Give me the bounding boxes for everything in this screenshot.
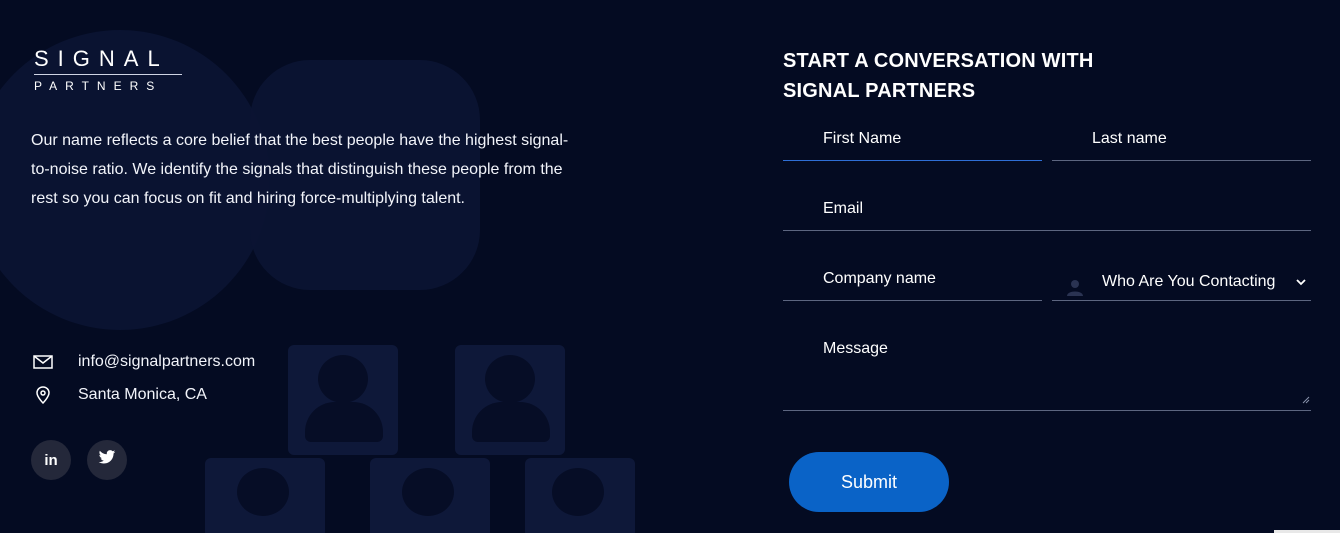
email-placeholder: Email <box>823 200 864 217</box>
user-icon <box>1066 278 1084 301</box>
mail-icon <box>32 353 54 371</box>
twitter-button[interactable] <box>87 440 127 480</box>
contact-location-row: Santa Monica, CA <box>32 386 207 404</box>
signal-partners-logo[interactable]: SIGNAL PARTNERS <box>34 48 184 93</box>
about-text: Our name reflects a core belief that the… <box>31 132 569 207</box>
twitter-icon <box>98 450 116 470</box>
map-pin-icon <box>32 386 54 404</box>
linkedin-button[interactable]: in <box>31 440 71 480</box>
linkedin-icon: in <box>44 451 58 469</box>
submit-button[interactable]: Submit <box>789 452 949 512</box>
form-title: START A CONVERSATION WITH SIGNAL PARTNER… <box>783 46 1143 106</box>
contact-location-text: Santa Monica, CA <box>78 386 207 403</box>
company-name-placeholder: Company name <box>823 270 936 287</box>
resize-handle-icon[interactable] <box>1302 391 1310 409</box>
company-name-field[interactable]: Company name <box>783 258 1042 301</box>
contacting-select-value: Who Are You Contacting <box>1102 273 1276 290</box>
message-field[interactable]: Message <box>783 328 1311 411</box>
first-name-field[interactable]: First Name <box>783 118 1042 161</box>
email-field[interactable]: Email <box>783 188 1311 231</box>
logo-wordmark-top: SIGNAL <box>34 46 169 71</box>
logo-divider <box>34 74 182 75</box>
first-name-placeholder: First Name <box>823 130 902 147</box>
message-placeholder: Message <box>823 340 888 357</box>
last-name-field[interactable]: Last name <box>1052 118 1311 161</box>
form-title-line2: SIGNAL PARTNERS <box>783 80 976 102</box>
chevron-down-icon <box>1295 275 1307 293</box>
company-info-section: SIGNAL PARTNERS Our name reflects a core… <box>0 0 760 533</box>
contact-form: START A CONVERSATION WITH SIGNAL PARTNER… <box>783 0 1323 533</box>
contacting-select[interactable]: Who Are You Contacting <box>1052 258 1311 301</box>
form-title-line1: START A CONVERSATION WITH <box>783 50 1094 72</box>
contact-email-link[interactable]: info@signalpartners.com <box>78 353 255 371</box>
contact-email-row: info@signalpartners.com <box>32 353 255 371</box>
logo-wordmark-bottom: PARTNERS <box>34 79 163 93</box>
last-name-placeholder: Last name <box>1092 130 1167 147</box>
